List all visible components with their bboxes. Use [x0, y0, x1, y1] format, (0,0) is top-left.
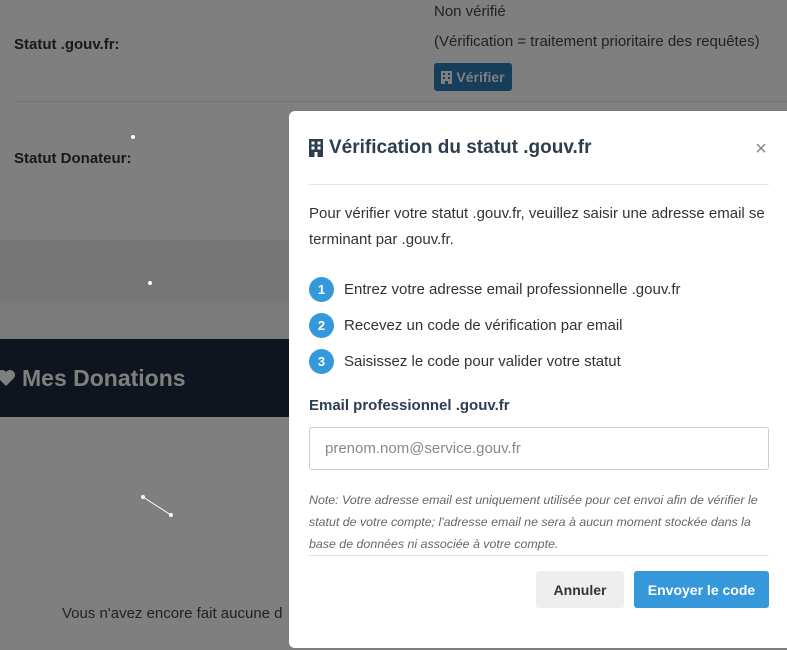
step-number: 2	[309, 312, 334, 338]
modal-title: Vérification du statut .gouv.fr	[329, 136, 592, 158]
step-item: 2 Recevez un code de vérification par em…	[309, 307, 681, 343]
step-text: Recevez un code de vérification par emai…	[344, 316, 623, 334]
steps-list: 1 Entrez votre adresse email professionn…	[309, 271, 681, 379]
decorative-line	[141, 495, 173, 517]
privacy-note: Note: Votre adresse email est uniquement…	[309, 493, 758, 551]
cancel-button[interactable]: Annuler	[536, 571, 624, 608]
decorative-dot	[148, 281, 152, 285]
email-field[interactable]	[309, 427, 769, 470]
step-item: 1 Entrez votre adresse email professionn…	[309, 271, 681, 307]
step-item: 3 Saisissez le code pour valider votre s…	[309, 343, 681, 379]
close-icon[interactable]: ×	[753, 139, 769, 159]
building-icon	[309, 138, 323, 157]
footer-divider	[309, 555, 769, 556]
step-number: 3	[309, 348, 334, 374]
decorative-dot	[131, 135, 135, 139]
modal-intro: Pour vérifier votre statut .gouv.fr, veu…	[309, 205, 765, 248]
send-code-button[interactable]: Envoyer le code	[634, 571, 769, 608]
step-number: 1	[309, 276, 334, 302]
modal-header: Vérification du statut .gouv.fr ×	[309, 111, 769, 185]
step-text: Entrez votre adresse email professionnel…	[344, 280, 681, 298]
verification-modal: Vérification du statut .gouv.fr × Pour v…	[289, 111, 787, 648]
email-field-label: Email professionnel .gouv.fr	[309, 397, 510, 414]
step-text: Saisissez le code pour valider votre sta…	[344, 352, 621, 370]
